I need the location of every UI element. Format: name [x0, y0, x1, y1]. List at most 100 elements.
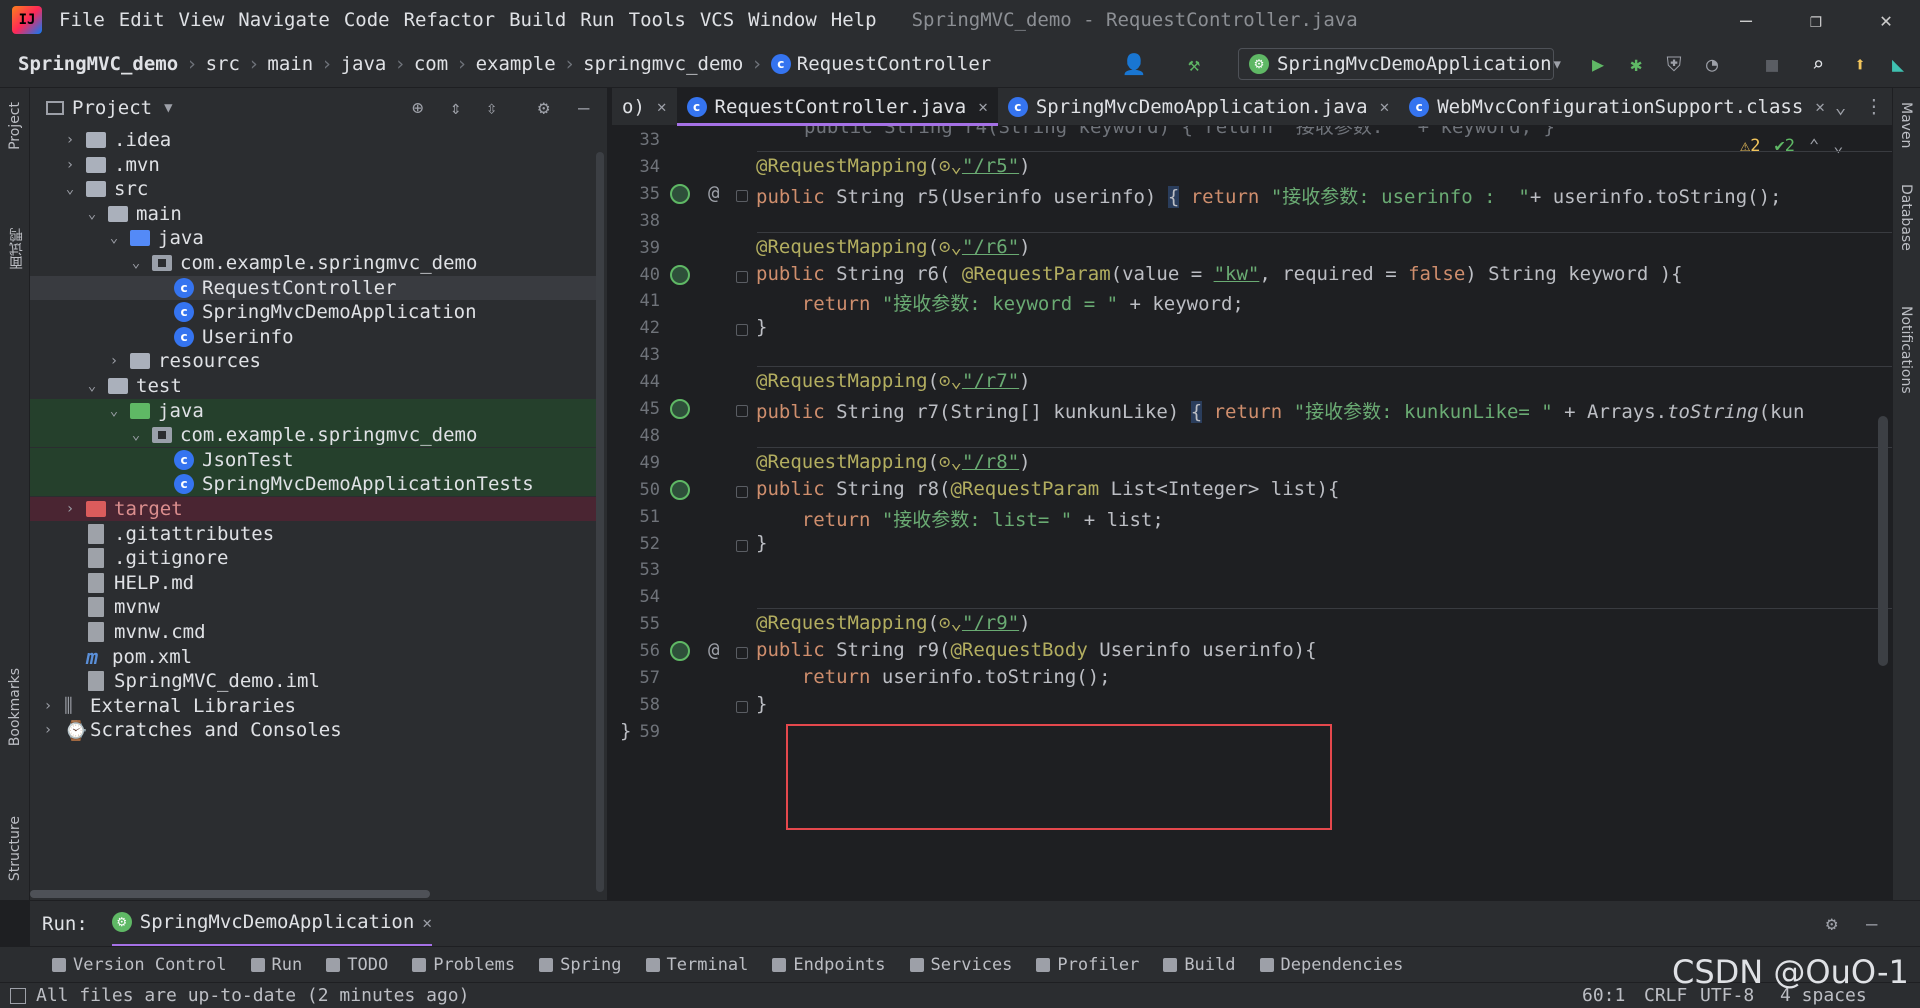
chevron-right-icon[interactable]: › — [60, 132, 80, 148]
debug-icon[interactable]: ✱ — [1622, 50, 1650, 78]
menu-help[interactable]: Help — [831, 9, 877, 31]
menu-navigate[interactable]: Navigate — [238, 9, 330, 31]
bottom-tab-todo[interactable]: TODO — [326, 955, 388, 975]
bottom-tab-problems[interactable]: Problems — [412, 955, 515, 975]
fold-marker-icon[interactable] — [736, 539, 748, 552]
breadcrumb-item[interactable]: springmvc_demo — [583, 53, 743, 75]
chevron-down-icon[interactable]: ⌄ — [126, 255, 146, 271]
close-icon[interactable]: ✕ — [422, 913, 432, 932]
cn-tool-tab[interactable]: 面试鸭 — [7, 228, 27, 270]
code-editor[interactable]: public String r4(String keyword) { retur… — [612, 126, 1892, 900]
chevron-down-icon[interactable]: ⌄ — [104, 403, 124, 419]
spring-endpoint-icon[interactable] — [670, 641, 690, 662]
close-icon[interactable]: ✕ — [657, 97, 667, 116]
tree-item[interactable]: › .idea — [30, 128, 600, 152]
search-icon[interactable]: ⌕ — [1804, 50, 1832, 78]
menu-build[interactable]: Build — [509, 9, 566, 31]
menu-view[interactable]: View — [179, 9, 225, 31]
menu-edit[interactable]: Edit — [119, 9, 165, 31]
horizontal-scrollbar[interactable] — [30, 890, 430, 898]
close-icon[interactable]: ✕ — [978, 97, 988, 116]
collapse-all-icon[interactable]: ⇳ — [486, 97, 497, 119]
spring-endpoint-icon[interactable] — [670, 183, 690, 204]
previous-highlight-icon[interactable]: ⌃ — [1809, 136, 1819, 156]
tree-item[interactable]: mvnw — [30, 595, 600, 619]
tab-list-chevron-icon[interactable]: ⌄ — [1835, 96, 1846, 118]
run-tab[interactable]: ⚙ SpringMvcDemoApplication ✕ — [111, 901, 432, 947]
run-icon[interactable]: ▶ — [1584, 50, 1612, 78]
tree-item[interactable]: HELP.md — [30, 571, 600, 595]
next-highlight-icon[interactable]: ⌄ — [1833, 136, 1843, 156]
menu-refactor[interactable]: Refactor — [404, 9, 496, 31]
vertical-scrollbar[interactable] — [596, 152, 604, 892]
update-icon[interactable]: ⬆ — [1846, 50, 1874, 78]
more-icon[interactable]: ⋮ — [1864, 96, 1883, 118]
tree-item[interactable]: .gitattributes — [30, 522, 600, 546]
tree-item[interactable]: › resources — [30, 349, 600, 373]
tree-item[interactable]: ⌄ java — [30, 226, 600, 250]
fold-marker-icon[interactable] — [736, 485, 748, 498]
tree-item[interactable]: ⌄ src — [30, 177, 600, 201]
inspection-widget[interactable]: ⚠2 ✔2 ⌃ ⌄ — [1740, 136, 1844, 156]
menu-window[interactable]: Window — [748, 9, 817, 31]
spring-endpoint-icon[interactable] — [670, 264, 690, 285]
breadcrumb-item[interactable]: SpringMVC_demo — [18, 53, 178, 75]
bottom-tab-terminal[interactable]: Terminal — [645, 955, 748, 975]
breadcrumb-item[interactable]: example — [476, 53, 556, 75]
project-title[interactable]: Project — [72, 97, 152, 119]
fold-marker-icon[interactable] — [736, 405, 748, 417]
spring-endpoint-icon[interactable] — [670, 479, 690, 500]
tree-item[interactable]: › .mvn — [30, 153, 600, 177]
bottom-tab-services[interactable]: Services — [909, 955, 1012, 975]
chevron-down-icon[interactable]: ▼ — [164, 100, 172, 116]
maven-tool-tab[interactable]: Maven — [1898, 102, 1914, 148]
chevron-right-icon[interactable]: › — [38, 698, 58, 714]
gear-icon[interactable]: ⚙ — [538, 97, 549, 119]
close-icon[interactable]: ✕ — [1815, 97, 1825, 116]
hide-panel-icon[interactable]: — — [578, 97, 589, 119]
chevron-right-icon[interactable]: › — [60, 157, 80, 173]
tree-item[interactable]: › ⌚ Scratches and Consoles — [30, 718, 600, 742]
tree-item[interactable]: › target — [30, 497, 600, 521]
run-configuration-select[interactable]: ⚙ SpringMvcDemoApplication ▾ — [1238, 48, 1563, 80]
breadcrumb-item[interactable]: com — [414, 53, 448, 75]
tree-item[interactable]: .gitignore — [30, 546, 600, 570]
structure-tool-tab[interactable]: Structure — [7, 816, 23, 881]
profile-icon[interactable]: ◔ — [1698, 50, 1726, 78]
tree-item[interactable]: ⌄ com.example.springmvc_demo — [30, 251, 600, 275]
notifications-tool-tab[interactable]: Notifications — [1898, 306, 1914, 394]
fold-marker-icon[interactable] — [736, 189, 748, 202]
minimize-icon[interactable]: — — [1716, 0, 1776, 40]
chevron-right-icon[interactable]: › — [104, 353, 124, 369]
chevron-down-icon[interactable]: ⌄ — [126, 427, 146, 443]
bottom-tab-spring[interactable]: Spring — [539, 955, 622, 975]
user-icon[interactable]: 👤 — [1120, 50, 1148, 78]
tree-item[interactable]: mvnw.cmd — [30, 620, 600, 644]
bottom-tab-endpoints[interactable]: Endpoints — [772, 955, 886, 975]
breadcrumb-item[interactable]: src — [206, 53, 240, 75]
tree-item[interactable]: c SpringMvcDemoApplicationTests — [30, 472, 600, 497]
breadcrumb-item[interactable]: main — [267, 53, 313, 75]
bookmarks-tool-tab[interactable]: Bookmarks — [7, 668, 23, 746]
editor-scrollbar[interactable] — [1878, 416, 1888, 666]
tree-item[interactable]: ⌄ com.example.springmvc_demo — [30, 423, 600, 448]
close-icon[interactable]: ✕ — [1380, 97, 1390, 116]
restore-icon[interactable]: ❐ — [1786, 0, 1846, 40]
fold-marker-icon[interactable] — [736, 647, 748, 660]
tree-item[interactable]: c JsonTest — [30, 447, 600, 472]
fold-marker-icon[interactable] — [736, 270, 748, 283]
tree-item[interactable]: ⌄ test — [30, 374, 600, 398]
chevron-down-icon[interactable]: ⌄ — [82, 378, 102, 394]
menu-run[interactable]: Run — [580, 9, 614, 31]
fold-marker-icon[interactable] — [736, 700, 748, 713]
chevron-down-icon[interactable]: ⌄ — [60, 181, 80, 197]
breadcrumb-item[interactable]: java — [341, 53, 387, 75]
expand-all-icon[interactable]: ⇕ — [450, 97, 461, 119]
menu-tools[interactable]: Tools — [629, 9, 686, 31]
bottom-tab-version-control[interactable]: Version Control — [52, 955, 227, 975]
tree-item[interactable]: SpringMVC_demo.iml — [30, 669, 600, 693]
tree-item[interactable]: c SpringMvcDemoApplication — [30, 300, 600, 324]
menu-vcs[interactable]: VCS — [700, 9, 734, 31]
hide-panel-icon[interactable]: — — [1866, 913, 1877, 935]
chevron-down-icon[interactable]: ⌄ — [82, 206, 102, 222]
